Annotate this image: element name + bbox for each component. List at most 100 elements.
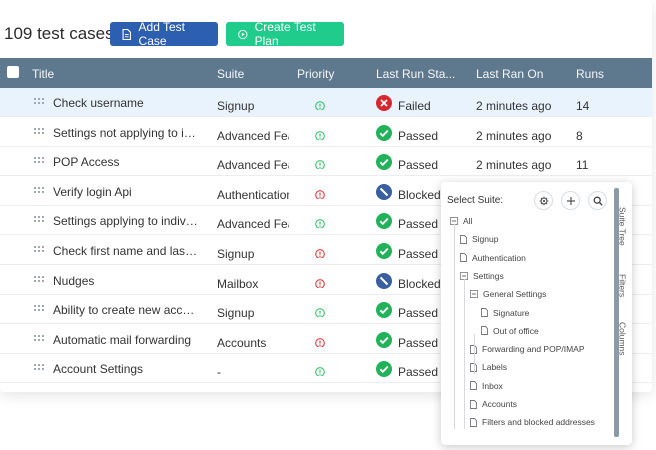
suite-tree-node-label: All [463,216,473,226]
file-icon [481,308,488,317]
table-row[interactable]: Settings not applying to indi... Advanced… [0,118,652,147]
column-last-ran-on[interactable]: Last Ran On [476,67,543,81]
last-run-status: Passed [398,247,439,261]
suite-tree-node-label: Signup [472,234,499,245]
suite-tree-node-label: Inbox [482,380,503,391]
file-icon [470,417,477,427]
last-run-status: Blocked [398,187,441,202]
suite-tree-node[interactable]: General Settings [470,287,546,301]
test-case-title[interactable]: Check username [53,96,199,110]
last-run-status: Passed [398,365,439,380]
status-passed-icon [376,361,392,378]
suite-tree-panel: Select Suite: All Signup Authentication Set… [441,182,632,445]
column-last-run-status[interactable]: Last Run Sta... [376,67,455,81]
tab-suite-tree[interactable]: Suite Tree [613,196,632,256]
priority-normal-icon [315,218,325,229]
test-case-title[interactable]: Settings applying to individu... [53,214,199,228]
table-row[interactable]: Check username Signup Failed 2 minutes ago 1… [0,88,652,117]
file-icon [460,253,467,263]
tab-filters-label: Filters [617,274,628,298]
file-icon [481,326,488,336]
tree-guide-line [464,279,465,429]
last-run-status: Passed [398,306,439,321]
suite-tree-node[interactable]: Settings [460,269,504,283]
test-case-title[interactable]: POP Access [53,155,199,169]
drag-handle-icon[interactable] [34,185,44,195]
priority-normal-icon [315,307,325,318]
suite-tree-node-label: Signature [493,307,530,318]
tree-guide-line [454,224,455,429]
priority-normal-icon [315,366,325,377]
test-case-suite: - [217,365,221,380]
tree-guide-line [474,334,475,374]
test-case-suite: Authentication [217,187,289,202]
suite-tree-node[interactable]: Signup [460,232,498,246]
last-ran-on: 2 minutes ago [476,128,552,143]
create-test-plan-button[interactable]: Create Test Plan [226,20,344,48]
test-case-title[interactable]: Ability to create new account [53,303,199,317]
table-row[interactable]: POP Access Advanced Feat Passed 2 minutes a… [0,147,652,177]
drag-handle-icon[interactable] [34,274,44,284]
search-suite-button[interactable] [588,191,607,210]
suite-tree-node[interactable]: Labels [470,360,507,374]
select-all-checkbox[interactable] [7,66,19,78]
test-case-suite: Signup [217,306,255,321]
drag-handle-icon[interactable] [34,214,44,224]
last-ran-on: 2 minutes ago [476,158,552,173]
column-suite[interactable]: Suite [217,67,244,81]
drag-handle-icon[interactable] [34,155,44,165]
suite-tree-node-label: Forwarding and POP/IMAP [482,344,585,355]
run-count: 8 [576,128,583,143]
test-case-title[interactable]: Check first name and last na... [53,244,199,258]
tab-filters[interactable]: Filters [613,264,632,308]
suite-tree-node[interactable]: Authentication [460,251,526,265]
suite-tree-node[interactable]: Signature [481,306,529,320]
column-title[interactable]: Title [32,67,54,81]
suite-settings-button[interactable] [534,191,553,210]
status-passed-icon [376,124,392,141]
column-runs[interactable]: Runs [576,67,604,81]
suite-tree-node[interactable]: Accounts [470,397,517,411]
last-run-status: Passed [398,335,439,350]
test-case-title[interactable]: Verify login Api [53,185,199,199]
add-suite-button[interactable] [561,191,580,210]
test-case-suite: Advanced Feat [217,217,289,232]
collapse-icon[interactable] [470,290,478,299]
status-blocked-icon [376,272,392,289]
last-run-status: Passed [398,128,439,143]
drag-handle-icon[interactable] [34,244,44,254]
create-test-plan-label: Create Test Plan [254,20,316,48]
drag-handle-icon[interactable] [34,362,44,372]
test-case-suite: Advanced Feat [217,158,289,173]
run-count: 14 [576,99,590,113]
gear-icon [539,196,548,205]
drag-handle-icon[interactable] [34,96,44,106]
drag-handle-icon[interactable] [34,303,44,313]
status-passed-icon [376,154,392,171]
test-case-suite: Signup [217,247,255,261]
suite-tree-node[interactable]: Inbox [470,379,503,393]
suite-tree-node-label: Accounts [482,399,517,409]
suite-tree-node[interactable]: Forwarding and POP/IMAP [470,342,585,356]
priority-normal-icon [315,100,325,110]
column-priority[interactable]: Priority [297,67,334,81]
last-ran-on: 2 minutes ago [476,99,552,113]
test-case-suite: Accounts [217,335,267,350]
test-case-title[interactable]: Automatic mail forwarding [53,333,199,347]
drag-handle-icon[interactable] [34,126,44,136]
suite-tree-node-label: General Settings [483,289,547,300]
test-case-suite: Advanced Feat [217,128,289,143]
priority-normal-icon [315,159,325,170]
drag-handle-icon[interactable] [34,333,44,343]
tab-columns-label: Columns [617,322,628,356]
test-case-title[interactable]: Settings not applying to indi... [53,126,199,140]
run-count: 11 [576,158,589,173]
suite-tree-node[interactable]: Filters and blocked addresses [470,415,595,429]
test-case-title[interactable]: Account Settings [53,362,199,376]
status-passed-icon [376,243,392,259]
test-case-title[interactable]: Nudges [53,274,199,288]
add-test-case-button[interactable]: Add Test Case [110,20,218,48]
suite-tree-node[interactable]: Out of office [481,324,539,338]
test-case-suite: Mailbox [217,276,259,291]
tab-columns[interactable]: Columns [613,311,632,367]
